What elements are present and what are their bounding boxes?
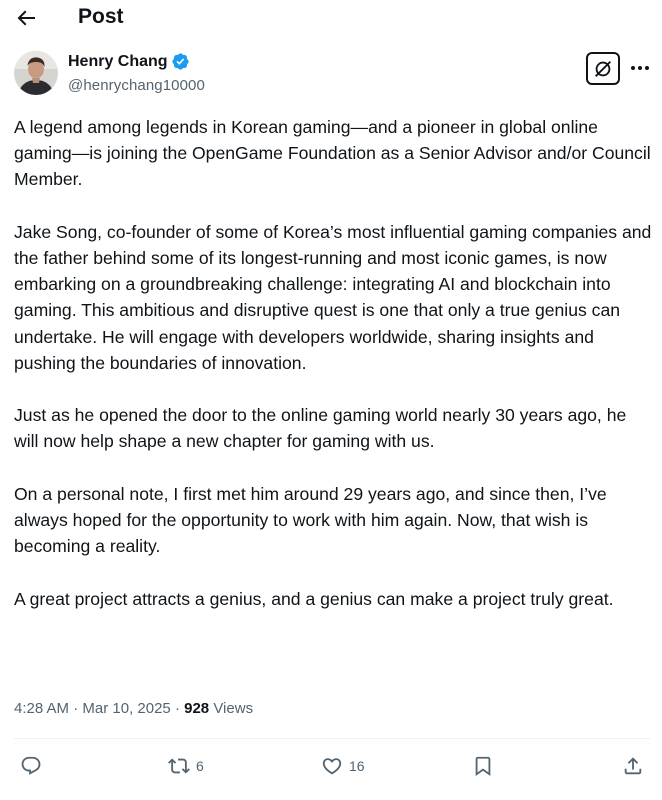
header: Post: [0, 0, 662, 36]
avatar-image: [14, 51, 58, 95]
verified-badge-icon: [171, 53, 189, 70]
meta-separator: ·: [73, 700, 79, 717]
post-time: 4:28 AM: [14, 700, 70, 717]
like-count: 16: [349, 758, 365, 774]
bookmark-button[interactable]: [472, 754, 494, 778]
like-button[interactable]: 16: [321, 754, 365, 778]
post-paragraph: A great project attracts a genius, and a…: [14, 588, 614, 609]
repost-count: 6: [196, 758, 204, 774]
heart-icon: [322, 758, 342, 775]
post-paragraph: Just as he opened the door to the online…: [14, 405, 627, 452]
divider: [14, 738, 650, 739]
grok-icon: [595, 60, 611, 77]
views-link[interactable]: 928 Views: [184, 700, 253, 717]
reply-icon: [21, 756, 41, 775]
repost-icon: [168, 758, 190, 774]
share-icon: [624, 757, 642, 775]
views-count: 928: [184, 700, 210, 717]
post-timestamp[interactable]: 4:28 AM · Mar 10, 2025: [14, 700, 171, 717]
page-title: Post: [78, 5, 124, 28]
repost-button[interactable]: 6: [168, 754, 204, 778]
author-name[interactable]: Henry Chang: [68, 51, 168, 72]
post-date: Mar 10, 2025: [82, 700, 171, 717]
post-text: A legend among legends in Korean gaming—…: [14, 114, 654, 612]
author-handle[interactable]: @henrychang10000: [68, 76, 205, 96]
bookmark-icon: [475, 756, 491, 777]
reply-button[interactable]: [20, 754, 48, 778]
arrow-left-icon: [17, 10, 35, 26]
more-horizontal-icon: [631, 66, 649, 70]
share-button[interactable]: [622, 754, 644, 778]
avatar[interactable]: [14, 51, 58, 95]
post-paragraph: On a personal note, I first met him arou…: [14, 483, 607, 557]
views-label: Views: [213, 700, 254, 717]
post-metadata: 4:28 AM · Mar 10, 2025 · 928 Views: [14, 699, 253, 719]
grok-button[interactable]: [586, 52, 620, 85]
meta-separator: ·: [174, 700, 180, 717]
post-paragraph: A legend among legends in Korean gaming—…: [14, 117, 651, 190]
author-name-row: Henry Chang: [68, 51, 190, 72]
back-button[interactable]: [14, 6, 38, 30]
post-paragraph: Jake Song, co-founder of some of Korea’s…: [14, 221, 652, 373]
more-options-button[interactable]: [628, 58, 652, 78]
